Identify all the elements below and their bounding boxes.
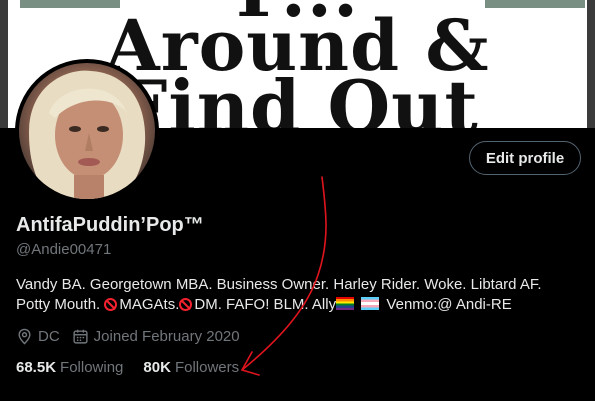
joined-date-text: Joined February 2020: [93, 328, 240, 345]
rainbow-flag-icon: [336, 297, 355, 310]
location-item: DC: [16, 328, 60, 345]
avatar-photo: [19, 63, 155, 199]
bio-line-1: Vandy BA. Georgetown MBA. Business Owner…: [16, 276, 542, 293]
prohibited-icon: [104, 298, 118, 311]
prohibited-icon: [179, 298, 193, 311]
bio-text: MAGAts.: [119, 296, 180, 313]
following-label: Following: [60, 359, 124, 376]
joined-item: Joined February 2020: [72, 328, 240, 345]
location-pin-icon: [18, 328, 31, 345]
user-handle: @Andie00471: [16, 241, 112, 258]
profile-meta: DC Joined February 2020: [16, 328, 252, 345]
avatar-portrait-graphic: [29, 70, 146, 199]
edit-profile-button[interactable]: Edit profile: [469, 141, 581, 175]
bio-line-2: Potty Mouth. MAGAts. DM. FAFO! BLM. Ally …: [16, 295, 576, 315]
followers-label: Followers: [174, 359, 240, 376]
following-count: 68.5K: [16, 359, 57, 376]
bio-text: Potty Mouth.: [16, 296, 105, 313]
follow-stats: 68.5K Following 80K Followers: [16, 359, 259, 376]
display-name: AntifaPuddin’Pop™: [16, 214, 204, 236]
bio-link[interactable]: Venmo:@ Andi-RE: [386, 296, 511, 313]
profile-bio: Vandy BA. Georgetown MBA. Business Owner…: [16, 275, 576, 315]
transgender-flag-icon: [361, 297, 380, 310]
followers-count: 80K: [143, 359, 171, 376]
avatar[interactable]: [15, 59, 159, 203]
following-link[interactable]: 68.5K Following: [16, 359, 123, 376]
followers-link[interactable]: 80K Followers: [143, 359, 239, 376]
calendar-icon: [73, 329, 88, 344]
bio-text: DM. FAFO! BLM. Ally: [194, 296, 337, 313]
profile-page: F... Around & Find Out: [0, 0, 595, 401]
location-text: DC: [38, 328, 60, 345]
